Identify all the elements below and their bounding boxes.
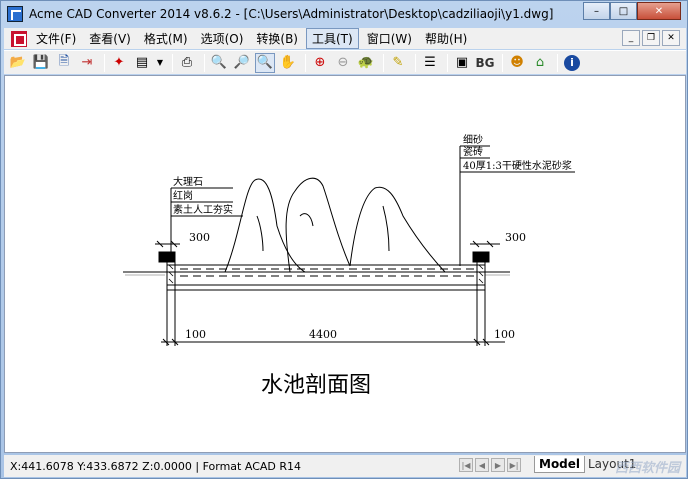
mdi-restore-button[interactable]: ❐	[642, 30, 660, 46]
help-icon[interactable]: ☻	[507, 53, 527, 73]
toolbar-separator	[447, 53, 448, 72]
home-icon[interactable]: ⌂	[530, 53, 550, 73]
app-window: Acme CAD Converter 2014 v8.6.2 - [C:\Use…	[0, 0, 688, 479]
layers-icon[interactable]: ☰	[420, 53, 440, 73]
mdi-minimize-button[interactable]: _	[622, 30, 640, 46]
document-icon[interactable]	[11, 30, 27, 47]
save-as-icon[interactable]: 🗎	[54, 53, 74, 73]
pen-icon[interactable]: ✎	[388, 53, 408, 73]
menu-options[interactable]: 选项(O)	[196, 29, 249, 48]
acrobat-icon[interactable]: ✦	[109, 53, 129, 73]
last-layout-button[interactable]: ▶|	[507, 458, 521, 472]
status-bar: X:441.6078 Y:433.6872 Z:0.0000 | Format …	[4, 455, 686, 477]
mdi-close-button[interactable]: ✕	[662, 30, 680, 46]
toolbar-separator	[557, 53, 558, 72]
toolbar-separator	[383, 53, 384, 72]
menu-window[interactable]: 窗口(W)	[362, 29, 417, 48]
toolbar: 📂 💾 🗎 ⇥ ✦ ▤ ▼ ⎙ 🔍 🔎 🔍 ✋ ⊕ ⊖ 🐢 ✎ ☰ ▣ BG ☻…	[4, 50, 686, 74]
toolbar-separator	[172, 53, 173, 72]
dim-middle-bottom: 4400	[309, 328, 337, 341]
pan-icon[interactable]: ✋	[278, 53, 298, 73]
title-bar: Acme CAD Converter 2014 v8.6.2 - [C:\Use…	[1, 1, 687, 27]
dim-right-bottom: 100	[494, 328, 515, 341]
dropdown-arrow-icon[interactable]: ▼	[155, 53, 165, 73]
next-layout-button[interactable]: ▶	[491, 458, 505, 472]
menu-bar: 文件(F) 查看(V) 格式(M) 选项(O) 转换(B) 工具(T) 窗口(W…	[4, 28, 686, 49]
toolbar-separator	[415, 53, 416, 72]
prev-layout-button[interactable]: ◀	[475, 458, 489, 472]
print-icon[interactable]: ⎙	[177, 53, 197, 73]
menu-convert[interactable]: 转换(B)	[251, 29, 303, 48]
label-red-granite: 红岗	[173, 189, 193, 202]
cad-drawing: 大理石 红岗 素土人工夯实 细砂 瓷砖 40厚1:3干硬性水泥砂浆 300 30…	[123, 133, 575, 398]
bg-label: BG	[475, 55, 495, 70]
menu-tools[interactable]: 工具(T)	[306, 28, 359, 49]
tab-model[interactable]: Model	[534, 456, 586, 473]
bg-icon[interactable]: BG	[475, 53, 495, 73]
drawing-title: 水池剖面图	[261, 373, 371, 398]
toolbar-separator	[305, 53, 306, 72]
menu-format[interactable]: 格式(M)	[139, 29, 193, 48]
zoom-in-icon[interactable]: 🔎	[232, 53, 252, 73]
export-icon[interactable]: ⇥	[77, 53, 97, 73]
menu-help[interactable]: 帮助(H)	[420, 29, 472, 48]
open-icon[interactable]: 📂	[8, 53, 28, 73]
info-icon[interactable]: i	[562, 53, 582, 73]
drawing-canvas[interactable]: 大理石 红岗 素土人工夯实 细砂 瓷砖 40厚1:3干硬性水泥砂浆 300 30…	[4, 75, 686, 453]
watermark: 西西软件园	[614, 461, 680, 476]
zoom-out-icon[interactable]: 🔍	[209, 53, 229, 73]
label-compacted-soil: 素土人工夯实	[173, 203, 233, 216]
fit-icon[interactable]: ▣	[452, 53, 472, 73]
menu-file[interactable]: 文件(F)	[31, 29, 81, 48]
toolbar-separator	[104, 53, 105, 72]
window-title: Acme CAD Converter 2014 v8.6.2 - [C:\Use…	[29, 7, 554, 21]
label-marble: 大理石	[173, 175, 203, 188]
label-tile: 瓷砖	[463, 145, 483, 158]
dim-left-top: 300	[189, 231, 210, 244]
zoom-extents-icon[interactable]: ⊕	[310, 53, 330, 73]
label-fine-sand: 细砂	[463, 133, 483, 146]
save-icon[interactable]: 💾	[31, 53, 51, 73]
toolbar-separator	[502, 53, 503, 72]
toolbar-separator	[204, 53, 205, 72]
turtle-icon[interactable]: 🐢	[356, 53, 376, 73]
close-button[interactable]: ✕	[637, 2, 681, 20]
maximize-button[interactable]: □	[610, 2, 637, 20]
coordinates-readout: X:441.6078 Y:433.6872 Z:0.0000 | Format …	[10, 459, 302, 473]
label-mortar: 40厚1:3干硬性水泥砂浆	[463, 159, 572, 172]
zoom-disabled-icon[interactable]: ⊖	[333, 53, 353, 73]
properties-icon[interactable]: ▤	[132, 53, 152, 73]
dim-left-bottom: 100	[185, 328, 206, 341]
zoom-window-icon[interactable]: 🔍	[255, 52, 275, 73]
dim-right-top: 300	[505, 231, 526, 244]
menu-view[interactable]: 查看(V)	[84, 29, 136, 48]
app-icon	[7, 6, 23, 22]
first-layout-button[interactable]: |◀	[459, 458, 473, 472]
minimize-button[interactable]: –	[583, 2, 610, 20]
